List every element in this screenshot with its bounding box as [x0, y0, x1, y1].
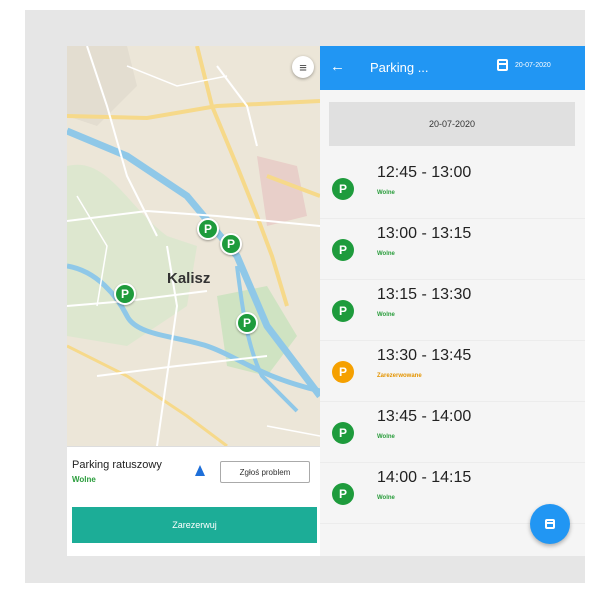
parking-pin[interactable]: P	[197, 218, 219, 240]
slot-status: Wolne	[377, 312, 395, 318]
slot-status: Wolne	[377, 190, 395, 196]
calendar-icon[interactable]	[497, 59, 508, 71]
calendar-fab-button[interactable]	[530, 504, 570, 544]
slot-status: Wolne	[377, 434, 395, 440]
map-menu-button[interactable]: ≡	[292, 56, 314, 78]
parking-pin[interactable]: P	[236, 312, 258, 334]
time-slot-list: P 12:45 - 13:00 Wolne P 13:00 - 13:15 Wo…	[320, 158, 585, 524]
time-slot[interactable]: P 13:00 - 13:15 Wolne	[320, 219, 585, 280]
app-bar: ← Parking ... 20-07-2020	[320, 46, 585, 90]
navigation-arrow-icon[interactable]	[195, 465, 205, 476]
parking-badge-icon: P	[332, 483, 354, 505]
slot-time: 13:45 - 14:00	[377, 408, 472, 425]
calendar-icon	[545, 519, 555, 529]
app-bar-date[interactable]: 20-07-2020	[515, 62, 551, 69]
parking-info-panel: Parking ratuszowy Wolne Zgłoś problem	[67, 446, 320, 503]
slot-status: Zarezerwowane	[377, 373, 422, 379]
map-screen: ≡ P P P P Kalisz Parking ratuszowy Wolne…	[67, 46, 320, 556]
time-slot[interactable]: P 13:30 - 13:45 Zarezerwowane	[320, 341, 585, 402]
parking-pin[interactable]: P	[114, 283, 136, 305]
selected-date[interactable]: 20-07-2020	[329, 102, 575, 146]
time-slot[interactable]: P 13:15 - 13:30 Wolne	[320, 280, 585, 341]
slot-time: 12:45 - 13:00	[377, 164, 472, 181]
slot-time: 14:00 - 14:15	[377, 469, 472, 486]
map-view[interactable]: ≡ P P P P Kalisz	[67, 46, 320, 446]
parking-badge-icon: P	[332, 422, 354, 444]
slot-time: 13:30 - 13:45	[377, 347, 472, 364]
slot-time: 13:15 - 13:30	[377, 286, 472, 303]
back-arrow-icon[interactable]: ←	[330, 58, 345, 75]
reserve-button[interactable]: Zarezerwuj	[72, 507, 317, 543]
parking-badge-icon: P	[332, 300, 354, 322]
time-slot[interactable]: P 12:45 - 13:00 Wolne	[320, 158, 585, 219]
slots-screen: ← Parking ... 20-07-2020 20-07-2020 P 12…	[320, 46, 585, 556]
parking-status: Wolne	[72, 475, 96, 484]
map-background	[67, 46, 320, 446]
parking-badge-icon: P	[332, 178, 354, 200]
parking-badge-icon: P	[332, 361, 354, 383]
parking-badge-icon: P	[332, 239, 354, 261]
slot-status: Wolne	[377, 495, 395, 501]
app-bar-title: Parking ...	[370, 60, 429, 75]
city-label: Kalisz	[167, 270, 211, 287]
slot-status: Wolne	[377, 251, 395, 257]
menu-icon: ≡	[299, 59, 307, 75]
slot-time: 13:00 - 13:15	[377, 225, 472, 242]
parking-pin[interactable]: P	[220, 233, 242, 255]
time-slot[interactable]: P 13:45 - 14:00 Wolne	[320, 402, 585, 463]
report-problem-button[interactable]: Zgłoś problem	[220, 461, 310, 483]
parking-name: Parking ratuszowy	[72, 459, 162, 471]
